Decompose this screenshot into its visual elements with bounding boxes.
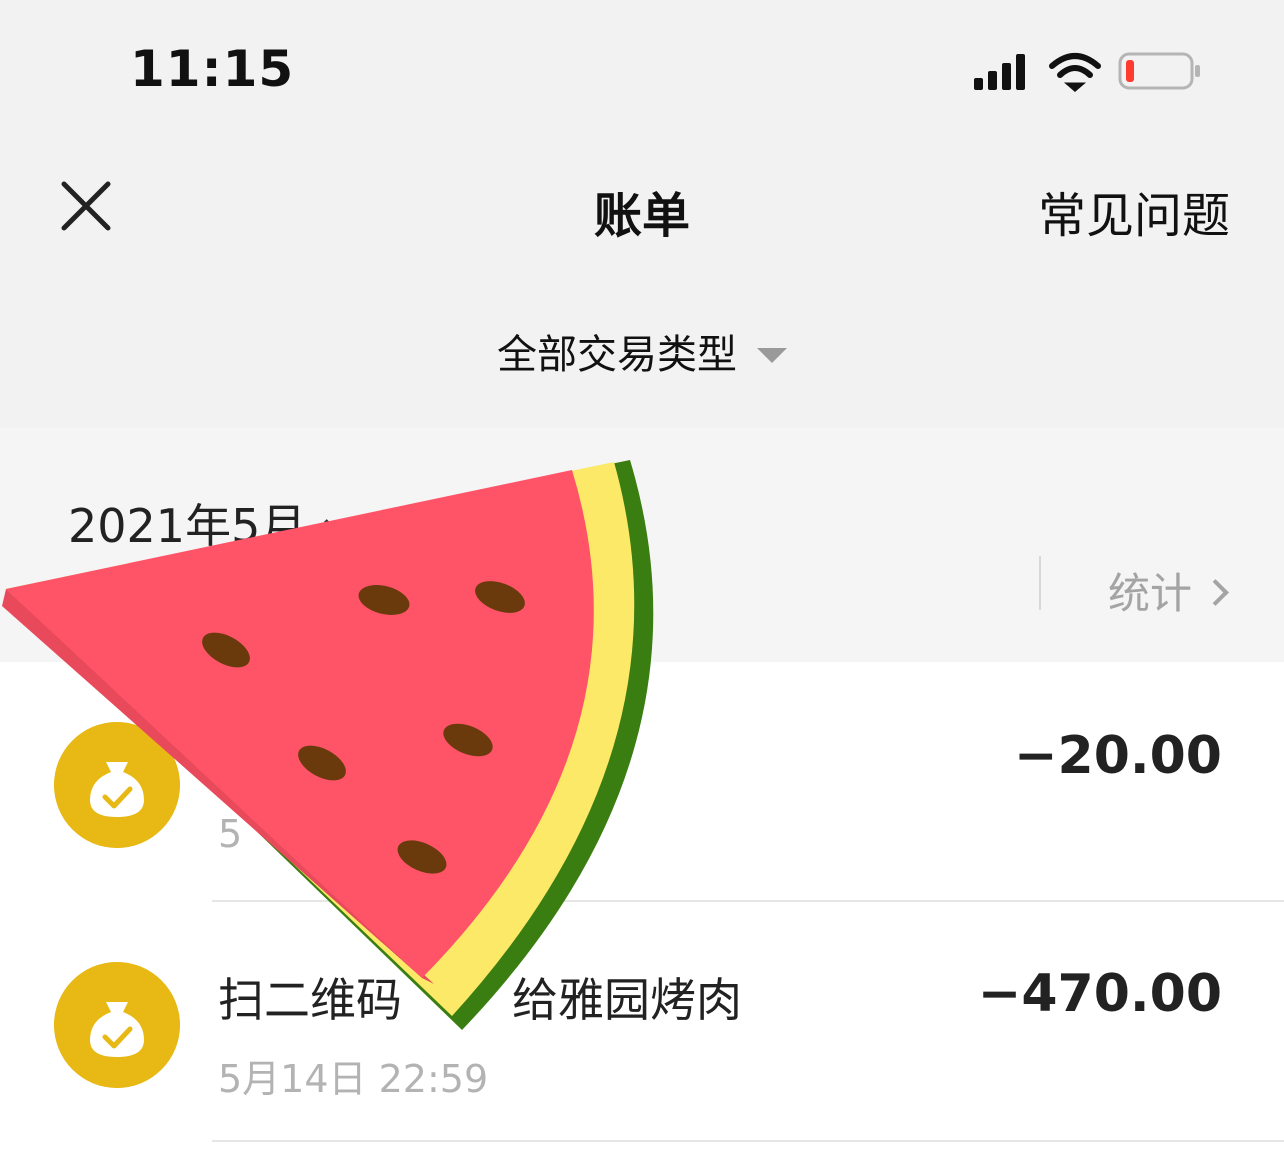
wifi-icon — [1049, 53, 1101, 92]
month-section: 2021年5月 统计 — [0, 428, 1284, 662]
status-icons — [974, 52, 1200, 92]
header-area: 11:15 账单 常见问题 全部交易类型 — [0, 0, 1284, 428]
chevron-right-icon — [1202, 579, 1229, 606]
filter-label: 全部交易类型 — [497, 332, 737, 378]
transaction-amount: −20.00 — [1013, 726, 1222, 786]
dropdown-triangle-icon — [757, 347, 787, 363]
month-label: 2021年5月 — [68, 499, 307, 553]
money-bag-icon — [54, 722, 180, 848]
chevron-down-icon — [324, 507, 353, 537]
battery-icon — [1118, 52, 1200, 90]
divider — [1039, 556, 1041, 610]
transaction-row[interactable]: 5 −20.00 — [0, 662, 1284, 902]
transaction-time: 5 — [218, 812, 243, 856]
transaction-title-head: 扫二维码 — [218, 973, 402, 1027]
cellular-signal-icon — [974, 54, 1025, 90]
transaction-time: 5月14日 22:59 — [218, 1057, 489, 1101]
transaction-amount: −470.00 — [977, 964, 1222, 1024]
transaction-title: 扫二维码 给雅园烤肉 — [218, 964, 742, 1030]
transaction-title-tail: 给雅园烤肉 — [512, 973, 742, 1027]
stats-button[interactable]: 统计 — [1108, 560, 1229, 621]
money-bag-icon — [54, 962, 180, 1088]
status-time: 11:15 — [130, 40, 295, 98]
transaction-type-filter[interactable]: 全部交易类型 — [0, 322, 1284, 380]
row-divider — [212, 1140, 1284, 1142]
transaction-row[interactable]: 扫二维码 给雅园烤肉 5月14日 22:59 −470.00 — [0, 902, 1284, 1142]
stats-label: 统计 — [1108, 569, 1193, 618]
month-selector[interactable]: 2021年5月 — [68, 490, 353, 556]
faq-button[interactable]: 常见问题 — [1038, 176, 1230, 246]
